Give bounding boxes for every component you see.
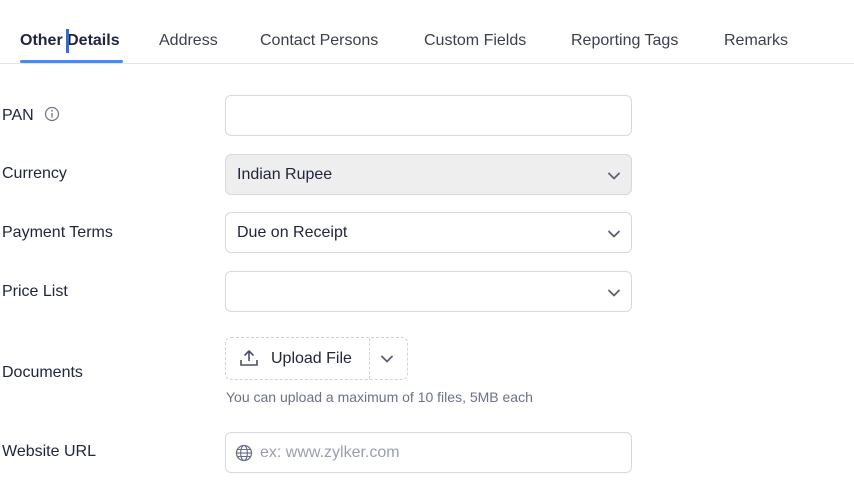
text-cursor <box>66 29 69 53</box>
chevron-down-icon <box>607 227 621 246</box>
globe-icon <box>235 444 253 467</box>
documents-label: Documents <box>2 364 83 381</box>
tab-contact-persons[interactable]: Contact Persons <box>260 32 378 50</box>
payment-terms-value: Due on Receipt <box>237 224 348 241</box>
price-list-label: Price List <box>2 283 68 300</box>
upload-hint: You can upload a maximum of 10 files, 5M… <box>226 389 533 405</box>
pan-label: PAN <box>2 106 60 127</box>
tab-address[interactable]: Address <box>159 32 218 50</box>
price-list-select[interactable] <box>225 271 632 312</box>
upload-icon[interactable] <box>239 349 259 372</box>
payment-terms-select[interactable]: Due on Receipt <box>225 212 632 253</box>
upload-file-button-group: Upload File <box>225 337 408 380</box>
currency-value: Indian Rupee <box>237 166 333 183</box>
currency-select[interactable]: Indian Rupee <box>225 154 632 195</box>
upload-file-button[interactable]: Upload File <box>271 350 352 368</box>
divider <box>369 338 370 379</box>
payment-terms-label: Payment Terms <box>2 224 113 241</box>
chevron-down-icon <box>607 286 621 305</box>
website-url-label: Website URL <box>2 443 96 460</box>
info-icon[interactable] <box>44 106 60 127</box>
tab-other-details[interactable]: Other Details <box>20 32 120 50</box>
active-tab-indicator <box>20 60 123 63</box>
currency-label: Currency <box>2 165 67 182</box>
chevron-down-icon[interactable] <box>380 352 394 371</box>
website-url-field[interactable] <box>225 432 632 473</box>
pan-input[interactable] <box>236 104 616 128</box>
chevron-down-icon <box>607 169 621 188</box>
pan-field[interactable] <box>225 95 632 136</box>
tab-bar: Other Details Address Contact Persons Cu… <box>0 0 854 64</box>
tab-reporting-tags[interactable]: Reporting Tags <box>571 32 678 50</box>
website-url-input[interactable] <box>260 441 620 465</box>
tab-remarks[interactable]: Remarks <box>724 32 788 50</box>
tab-custom-fields[interactable]: Custom Fields <box>424 32 526 50</box>
pan-label-text: PAN <box>2 107 34 124</box>
